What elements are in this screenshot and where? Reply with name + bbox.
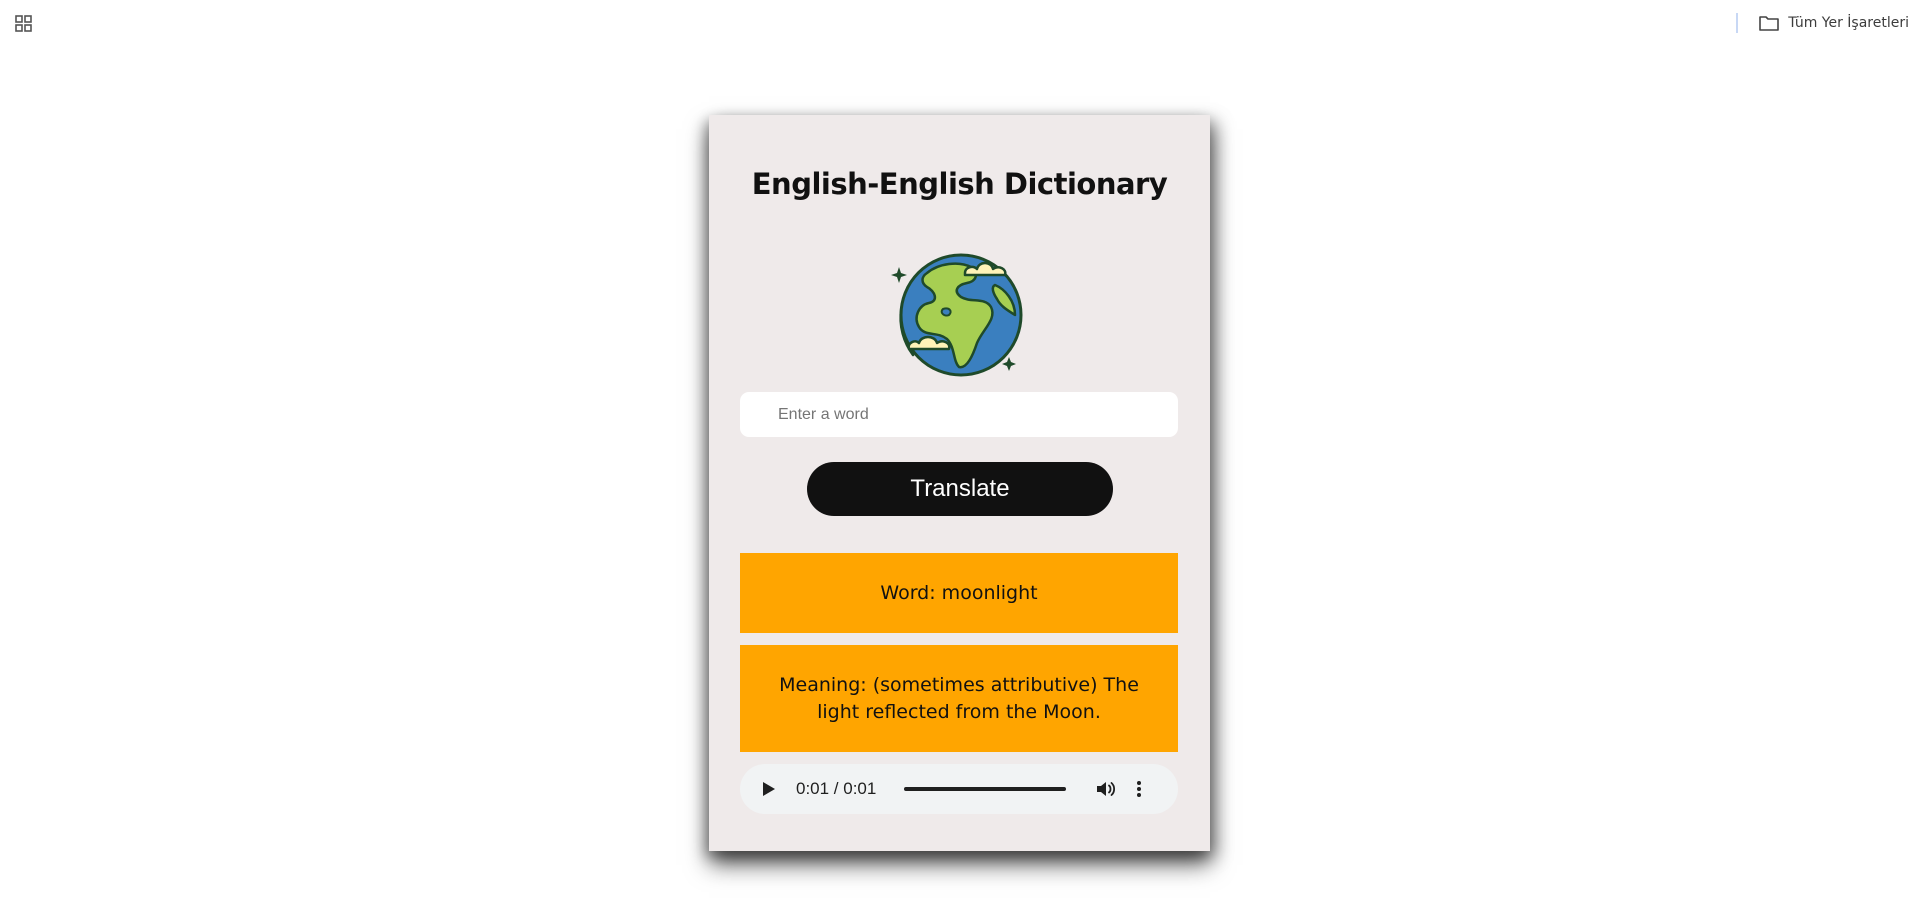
meaning-result-box: Meaning: (sometimes attributive) The lig… xyxy=(740,645,1178,752)
app-title: English-English Dictionary xyxy=(751,167,1168,201)
volume-icon[interactable] xyxy=(1095,779,1117,799)
translate-button[interactable]: Translate xyxy=(807,462,1113,516)
audio-player: 0:01 / 0:01 xyxy=(740,764,1178,814)
more-options-icon[interactable] xyxy=(1135,779,1143,799)
play-icon[interactable] xyxy=(762,780,780,798)
word-input[interactable] xyxy=(740,392,1178,437)
word-result-box: Word: moonlight xyxy=(740,553,1178,633)
apps-grid-icon[interactable] xyxy=(14,14,34,34)
bookmarks-divider xyxy=(1736,13,1739,33)
globe-icon xyxy=(887,245,1027,385)
all-bookmarks-button[interactable]: Tüm Yer İşaretleri xyxy=(1736,10,1909,36)
dictionary-card: English-English Dictionary Translate Wor… xyxy=(709,115,1210,851)
meaning-result-text: Meaning: (sometimes attributive) The lig… xyxy=(779,673,1139,723)
word-result-text: Word: moonlight xyxy=(880,581,1038,604)
folder-icon xyxy=(1758,14,1780,32)
browser-bookmarks-bar: Tüm Yer İşaretleri xyxy=(0,0,1919,44)
audio-seek-bar[interactable] xyxy=(904,787,1066,791)
audio-time-display: 0:01 / 0:01 xyxy=(796,779,877,798)
all-bookmarks-label: Tüm Yer İşaretleri xyxy=(1788,15,1909,31)
